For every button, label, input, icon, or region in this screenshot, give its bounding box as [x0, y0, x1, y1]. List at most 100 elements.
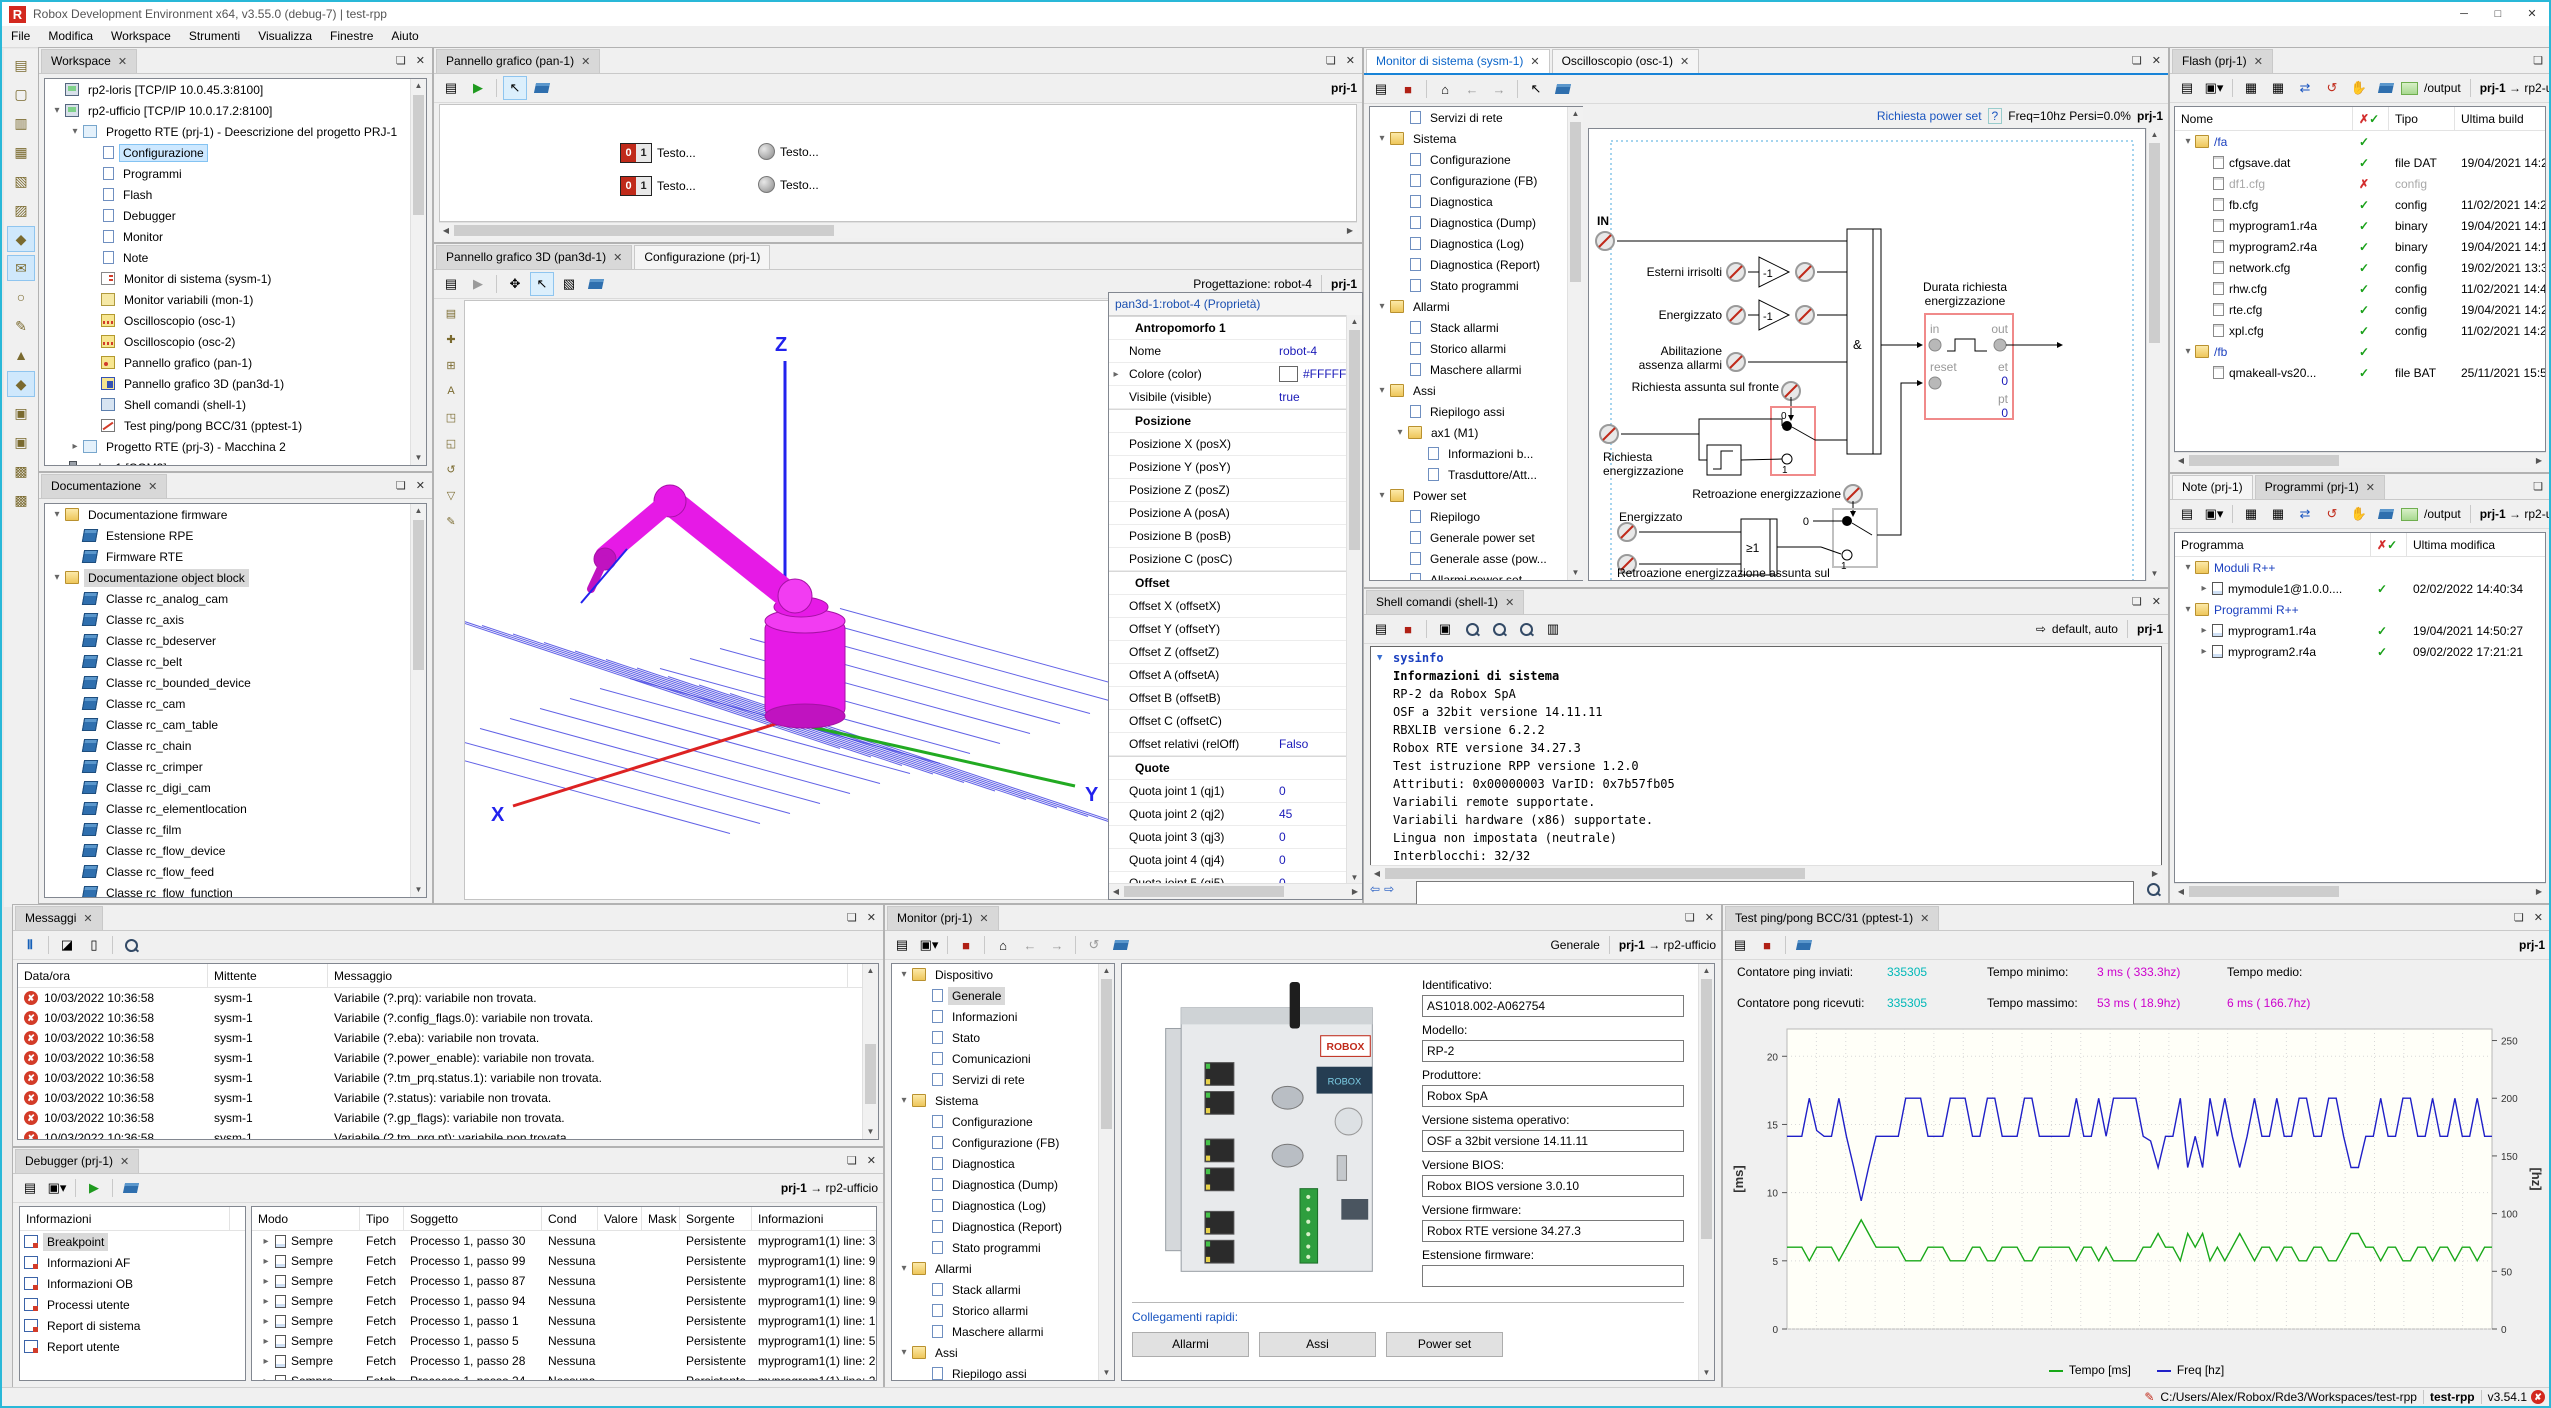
- property-row[interactable]: Posizione B (posB): [1109, 525, 1362, 548]
- tree-item[interactable]: ▸Progetto RTE (prj-3) - Macchina 2: [45, 436, 426, 457]
- file-row[interactable]: network.cfg✓config19/02/2021 13:39:46: [2175, 257, 2545, 278]
- debugger-category[interactable]: Breakpoint: [20, 1231, 245, 1252]
- close-button[interactable]: ✕: [2515, 2, 2549, 26]
- column-header[interactable]: Ultima modifica: [2407, 533, 2546, 556]
- table-row[interactable]: ✘10/03/2022 10:36:58sysm-1Variabile (?.s…: [18, 1088, 878, 1108]
- tree-item[interactable]: Classe rc_cam_table: [45, 714, 426, 735]
- 3d-tool-icon-6[interactable]: ↺: [437, 456, 465, 482]
- home-icon[interactable]: ⌂: [991, 933, 1015, 957]
- debugger-category[interactable]: Report di sistema: [20, 1315, 245, 1336]
- tab-notes[interactable]: Note (prj-1): [2172, 475, 2253, 499]
- close-icon[interactable]: ✕: [867, 911, 876, 924]
- debugger-category[interactable]: Informazioni OB: [20, 1273, 245, 1294]
- float-icon[interactable]: ❏: [396, 479, 406, 492]
- help-book-icon[interactable]: [1792, 933, 1816, 957]
- expander-icon[interactable]: ▾: [896, 1263, 912, 1274]
- debugger-category[interactable]: Processi utente: [20, 1294, 245, 1315]
- history-next-icon[interactable]: ⇨: [1384, 882, 1394, 896]
- table-row[interactable]: ✘10/03/2022 10:36:58sysm-1Variabile (?.t…: [18, 1128, 878, 1140]
- float-icon[interactable]: ❏: [847, 1154, 857, 1167]
- tree-item[interactable]: Monitor variabili (mon-1): [45, 289, 426, 310]
- expander-icon[interactable]: ▾: [896, 1347, 912, 1358]
- tab-flash[interactable]: Flash (prj-1)✕: [2172, 49, 2273, 73]
- menu-item-workspace[interactable]: Workspace: [102, 26, 180, 47]
- tree-item[interactable]: Classe rc_bounded_device: [45, 672, 426, 693]
- tree-item[interactable]: Classe rc_belt: [45, 651, 426, 672]
- scrollbar-vertical[interactable]: ▲▼: [410, 504, 426, 897]
- windows-cascade-icon[interactable]: ▩: [7, 458, 35, 484]
- close-icon[interactable]: ✕: [581, 56, 590, 68]
- table-row[interactable]: ✘10/03/2022 10:36:58sysm-1Variabile (?.e…: [18, 1028, 878, 1048]
- tab-graphic-panel[interactable]: Pannello grafico (pan-1)✕: [436, 49, 600, 73]
- tree-item[interactable]: ▾Progetto RTE (prj-1) - Deescrizione del…: [45, 121, 426, 142]
- expander-icon[interactable]: ▾: [2181, 346, 2195, 357]
- table-row[interactable]: ✘10/03/2022 10:36:58sysm-1Variabile (?.g…: [18, 1108, 878, 1128]
- tree-item[interactable]: ▾ax1 (M1): [1370, 422, 1582, 443]
- breakpoint-row[interactable]: ▸SempreFetchProcesso 1, passo 28NessunaP…: [252, 1351, 876, 1371]
- pause-icon[interactable]: Ⅱ: [18, 933, 42, 957]
- tree-item[interactable]: Diagnostica: [1370, 191, 1582, 212]
- float-icon[interactable]: ❏: [1326, 54, 1336, 67]
- close-icon[interactable]: ✕: [416, 54, 425, 67]
- search-up-icon[interactable]: [1487, 617, 1511, 641]
- tree-item[interactable]: Oscilloscopio (osc-2): [45, 331, 426, 352]
- breakpoint-row[interactable]: ▸SempreFetchProcesso 1, passo 87NessunaP…: [252, 1271, 876, 1291]
- tree-item[interactable]: Storico allarmi: [892, 1300, 1114, 1321]
- tree-item[interactable]: Classe rc_bdeserver: [45, 630, 426, 651]
- history-prev-icon[interactable]: ⇦: [1370, 882, 1380, 896]
- expander-icon[interactable]: ▾: [1392, 427, 1408, 438]
- 3d-tool-icon-0[interactable]: ▤: [437, 300, 465, 326]
- expander-icon[interactable]: ▾: [1374, 490, 1390, 501]
- tree-item[interactable]: Stack allarmi: [892, 1279, 1114, 1300]
- output-folder-icon[interactable]: [2401, 82, 2418, 95]
- file-row[interactable]: xpl.cfg✓config11/02/2021 14:29:16: [2175, 320, 2545, 341]
- tab-workspace[interactable]: Workspace✕: [41, 49, 137, 73]
- search-icon[interactable]: [1460, 617, 1484, 641]
- tab-messages[interactable]: Messaggi✕: [15, 906, 103, 930]
- scrollbar-horizontal[interactable]: ◀▶: [1109, 883, 1362, 899]
- tree-item[interactable]: Configurazione: [45, 142, 426, 163]
- close-icon[interactable]: ✕: [1346, 54, 1355, 67]
- close-icon[interactable]: ✕: [2254, 56, 2263, 68]
- tab-pingpong[interactable]: Test ping/pong BCC/31 (pptest-1)✕: [1725, 906, 1939, 930]
- expander-icon[interactable]: ▸: [2197, 646, 2211, 657]
- file-row[interactable]: myprogram1.r4a✓binary19/04/2021 14:10:36…: [2175, 215, 2545, 236]
- tree-item[interactable]: Test ping/pong BCC/31 (pptest-1): [45, 415, 426, 436]
- tree-item[interactable]: Maschere allarmi: [892, 1321, 1114, 1342]
- tree-item[interactable]: Classe rc_crimper: [45, 756, 426, 777]
- property-row[interactable]: Offset relativi (relOff)Falso: [1109, 733, 1362, 756]
- property-row[interactable]: Offset C (offsetC): [1109, 710, 1362, 733]
- tree-item[interactable]: Configurazione: [892, 1111, 1114, 1132]
- save-icon[interactable]: ▦: [7, 139, 35, 165]
- close-icon[interactable]: ✕: [1920, 913, 1929, 925]
- expander-icon[interactable]: ▾: [49, 572, 65, 583]
- column-header[interactable]: Messaggio: [328, 964, 848, 987]
- shell-output[interactable]: sysinfoInformazioni di sistemaRP-2 da Ro…: [1370, 646, 2162, 868]
- clear-icon[interactable]: ◪: [55, 933, 79, 957]
- 3d-tool-icon-3[interactable]: A: [437, 378, 465, 404]
- build-icon[interactable]: ◆: [7, 226, 35, 252]
- stop-icon[interactable]: ■: [1396, 77, 1420, 101]
- properties-icon[interactable]: ▤: [2175, 76, 2199, 100]
- property-row[interactable]: ▸Colore (color)#FFFFFF: [1109, 363, 1362, 386]
- column-header[interactable]: Cond: [542, 1207, 598, 1230]
- float-icon[interactable]: ❏: [847, 911, 857, 924]
- sync-icon[interactable]: ⇄: [2293, 76, 2317, 100]
- file-row[interactable]: ▾/fb✓: [2175, 341, 2545, 362]
- debugger-category[interactable]: Report utente: [20, 1336, 245, 1357]
- expander-icon[interactable]: ▸: [258, 1356, 274, 1367]
- tree-item[interactable]: ▾Dispositivo: [892, 964, 1114, 985]
- float-icon[interactable]: ❏: [2514, 911, 2524, 924]
- property-row[interactable]: Posizione Z (posZ): [1109, 479, 1362, 502]
- close-icon[interactable]: ✕: [83, 913, 92, 925]
- forward-icon[interactable]: →: [1045, 933, 1069, 957]
- tree-item[interactable]: Diagnostica (Log): [892, 1195, 1114, 1216]
- build-all-icon[interactable]: ▦: [2239, 502, 2263, 526]
- expander-icon[interactable]: ▾: [67, 126, 83, 137]
- float-icon[interactable]: ❏: [2132, 595, 2142, 608]
- close-icon[interactable]: ✕: [120, 1156, 129, 1168]
- back-icon[interactable]: ←: [1460, 77, 1484, 101]
- expander-icon[interactable]: ▾: [896, 969, 912, 980]
- stop-icon[interactable]: ■: [954, 933, 978, 957]
- column-header[interactable]: ✗✓: [2371, 533, 2407, 556]
